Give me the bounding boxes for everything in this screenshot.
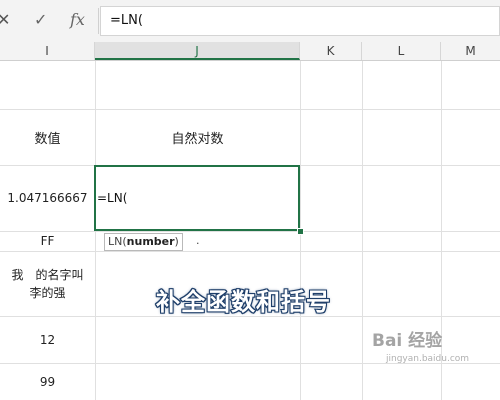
- baidu-watermark: Bai 经验 jingyan.baidu.com: [372, 329, 492, 373]
- instruction-caption: 补全函数和括号: [155, 287, 331, 317]
- column-header-k[interactable]: K: [300, 42, 362, 60]
- function-tooltip[interactable]: LN(number): [104, 233, 183, 251]
- cell-text-line: 李的强: [29, 285, 66, 300]
- cancel-icon[interactable]: ✕: [0, 10, 10, 30]
- column-header-l[interactable]: L: [362, 42, 441, 60]
- cell-i-ff[interactable]: FF: [0, 231, 95, 251]
- column-header-m[interactable]: M: [441, 42, 500, 60]
- watermark-url: jingyan.baidu.com: [386, 354, 470, 364]
- cell-i-12[interactable]: 12: [0, 316, 95, 363]
- insert-function-icon[interactable]: fx: [70, 10, 85, 30]
- cell-i-99[interactable]: 99: [0, 363, 95, 400]
- formula-bar: ✕ ✓ fx =LN(: [0, 0, 500, 43]
- formula-input[interactable]: =LN(: [100, 6, 500, 36]
- column-header-i[interactable]: I: [0, 42, 95, 60]
- active-cell-j[interactable]: =LN(: [94, 165, 300, 231]
- cell-i-header[interactable]: 数值: [0, 109, 95, 165]
- fill-handle[interactable]: [297, 228, 304, 235]
- watermark-logo: Bai 经验: [372, 331, 443, 351]
- tooltip-argument[interactable]: number: [127, 235, 175, 248]
- formula-bar-divider: [98, 8, 99, 34]
- tooltip-function-name: LN(: [108, 235, 127, 248]
- column-header-row: I J K L M: [0, 42, 500, 61]
- cell-i-value[interactable]: 1.047166667: [0, 165, 95, 231]
- enter-icon[interactable]: ✓: [34, 10, 47, 30]
- stray-dot: .: [196, 234, 200, 247]
- column-header-j[interactable]: J: [95, 42, 300, 60]
- cell-j-header[interactable]: 自然对数: [95, 109, 300, 165]
- cell-text-line: 我 的名字叫: [11, 267, 84, 282]
- cell-i-name[interactable]: 我 的名字叫 李的强: [0, 251, 95, 316]
- tooltip-close-paren: ): [174, 235, 179, 248]
